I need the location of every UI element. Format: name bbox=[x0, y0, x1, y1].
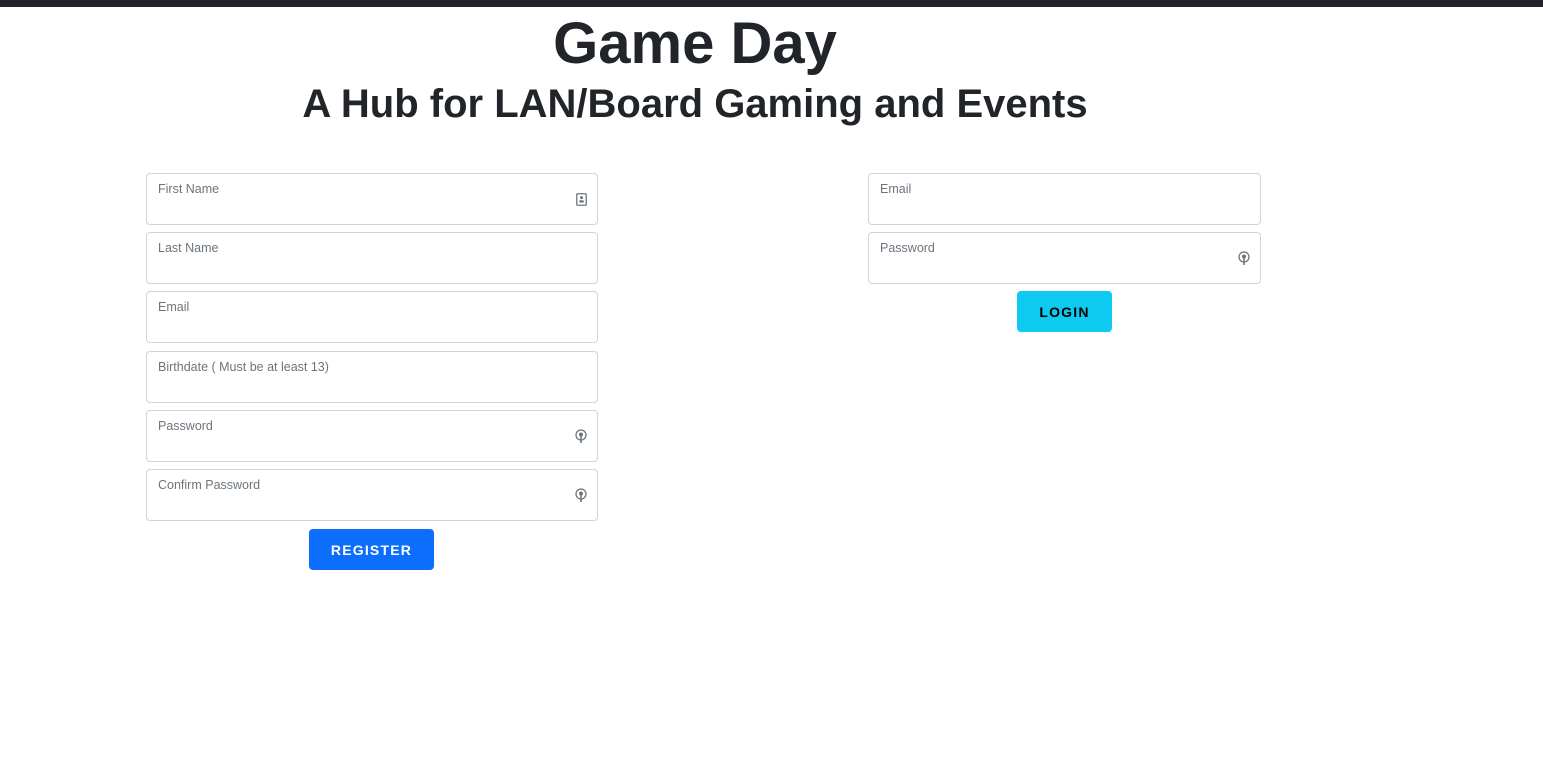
birthdate-label: Birthdate ( Must be at least 13) bbox=[158, 360, 329, 374]
password-key-icon[interactable] bbox=[575, 428, 587, 444]
login-button[interactable]: LOGIN bbox=[1017, 291, 1112, 332]
register-email-label: Email bbox=[158, 300, 190, 314]
login-email-field[interactable]: Email bbox=[868, 173, 1261, 225]
last-name-label: Last Name bbox=[158, 241, 219, 255]
page-subtitle: A Hub for LAN/Board Gaming and Events bbox=[302, 82, 1088, 126]
confirm-password-label: Confirm Password bbox=[158, 478, 261, 492]
login-password-label: Password bbox=[880, 241, 935, 255]
last-name-field[interactable]: Last Name bbox=[146, 232, 598, 284]
top-bar bbox=[0, 0, 1543, 7]
login-email-label: Email bbox=[880, 182, 912, 196]
login-password-field[interactable]: Password bbox=[868, 232, 1261, 284]
register-password-field[interactable]: Password bbox=[146, 410, 598, 462]
register-email-field[interactable]: Email bbox=[146, 291, 598, 343]
first-name-field[interactable]: First Name bbox=[146, 173, 598, 225]
register-button[interactable]: REGISTER bbox=[309, 529, 434, 570]
first-name-label: First Name bbox=[158, 182, 220, 196]
register-password-label: Password bbox=[158, 419, 213, 433]
contact-card-icon bbox=[575, 191, 587, 207]
page-title: Game Day bbox=[553, 11, 837, 76]
birthdate-field[interactable]: Birthdate ( Must be at least 13) bbox=[146, 351, 598, 403]
confirm-password-field[interactable]: Confirm Password bbox=[146, 469, 598, 521]
password-key-icon[interactable] bbox=[575, 487, 587, 503]
password-key-icon[interactable] bbox=[1238, 250, 1250, 266]
